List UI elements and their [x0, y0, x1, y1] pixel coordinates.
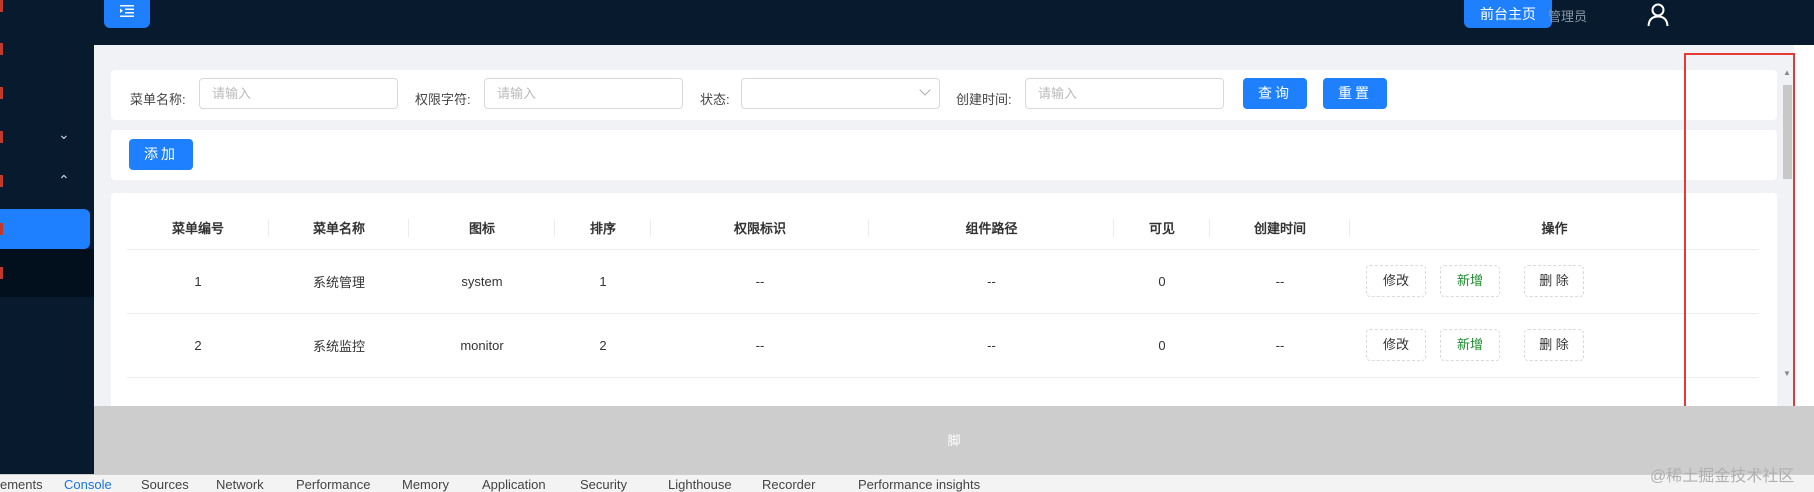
- cell-perm: --: [651, 313, 869, 378]
- cell-path: --: [869, 249, 1114, 314]
- main-content: 菜单名称: 权限字符: 状态: 创建时间: 查询 重置 添加 菜单编号 菜单名称…: [94, 45, 1794, 426]
- cell-name: 系统管理: [269, 249, 409, 314]
- sidebar-item-marker: [0, 267, 3, 279]
- table-row: 2 系统监控 monitor 2 -- -- 0 -- 修改 新增删 除: [127, 313, 1759, 378]
- column-header: 图标: [409, 207, 555, 250]
- user-name: 管理员: [1548, 9, 1588, 24]
- delete-button[interactable]: 删 除: [1524, 329, 1584, 361]
- cell-visible: 0: [1114, 249, 1210, 314]
- edit-button[interactable]: 修改: [1366, 265, 1426, 297]
- reset-button[interactable]: 重置: [1323, 78, 1387, 109]
- cell-name: 系统监控: [269, 313, 409, 378]
- column-header: 排序: [555, 207, 651, 250]
- devtools-tab[interactable]: Performance: [296, 477, 370, 492]
- sidebar-item-marker: [0, 87, 3, 99]
- status-select[interactable]: [741, 78, 940, 109]
- table-header-row: 菜单编号 菜单名称 图标 排序 权限标识 组件路径 可见 创建时间 操作: [127, 207, 1759, 250]
- devtools-tab[interactable]: Sources: [141, 477, 189, 492]
- chevron-down-icon: ⌄: [58, 127, 70, 143]
- sidebar-item-marker: [0, 0, 3, 12]
- column-header: 组件路径: [869, 207, 1114, 250]
- indent-icon: [120, 5, 134, 17]
- watermark: @稀土掘金技术社区: [1650, 468, 1795, 485]
- top-header: 前台主页 管理员: [94, 0, 1814, 45]
- devtools-tab[interactable]: Recorder: [762, 477, 815, 492]
- devtools-tab[interactable]: Network: [216, 477, 264, 492]
- user-icon: [1647, 3, 1669, 27]
- menu-table: 菜单编号 菜单名称 图标 排序 权限标识 组件路径 可见 创建时间 操作 1 系…: [127, 207, 1759, 378]
- sidebar-item[interactable]: [0, 249, 94, 297]
- front-page-button[interactable]: 前台主页: [1464, 0, 1552, 28]
- devtools-tab[interactable]: Security: [580, 477, 627, 492]
- highlight-box: [1684, 53, 1795, 409]
- sidebar: ⌄ ⌃: [0, 0, 94, 476]
- devtools-tab[interactable]: ements: [0, 477, 43, 492]
- chevron-up-icon: ⌃: [58, 173, 70, 189]
- search-form: 菜单名称: 权限字符: 状态: 创建时间: 查询 重置: [111, 70, 1777, 120]
- delete-button[interactable]: 删 除: [1524, 265, 1584, 297]
- cell-created: --: [1210, 249, 1350, 314]
- add-child-button[interactable]: 新增: [1440, 265, 1500, 297]
- column-header: 可见: [1114, 207, 1210, 250]
- devtools-tab[interactable]: Console: [64, 477, 112, 492]
- cell-order: 1: [555, 249, 651, 314]
- menu-table-card: 菜单编号 菜单名称 图标 排序 权限标识 组件路径 可见 创建时间 操作 1 系…: [111, 193, 1777, 426]
- page-footer: 脚: [94, 406, 1814, 476]
- table-row: 1 系统管理 system 1 -- -- 0 -- 修改 新增删 除: [127, 249, 1759, 314]
- cell-order: 2: [555, 313, 651, 378]
- menu-name-input[interactable]: [199, 78, 398, 109]
- devtools-tab[interactable]: Application: [482, 477, 546, 492]
- menu-name-label: 菜单名称:: [130, 92, 186, 107]
- column-header: 创建时间: [1210, 207, 1350, 250]
- sidebar-item-marker: [0, 175, 3, 187]
- avatar[interactable]: [1640, 0, 1676, 30]
- sidebar-item[interactable]: ⌄: [0, 115, 94, 159]
- add-child-button[interactable]: 新增: [1440, 329, 1500, 361]
- sidebar-item-active[interactable]: [0, 209, 90, 249]
- perm-label: 权限字符:: [415, 92, 471, 107]
- toolbar: 添加: [111, 130, 1777, 180]
- cell-icon: monitor: [409, 313, 555, 378]
- create-time-label: 创建时间:: [956, 92, 1012, 107]
- status-label: 状态:: [700, 92, 730, 107]
- sidebar-item-marker: [0, 43, 3, 55]
- sidebar-item-marker: [0, 131, 3, 143]
- sidebar-item[interactable]: [0, 71, 94, 115]
- devtools-tab-bar: ements Console Sources Network Performan…: [0, 474, 1814, 492]
- cell-created: --: [1210, 313, 1350, 378]
- chevron-down-icon: [919, 84, 931, 96]
- cell-perm: --: [651, 249, 869, 314]
- query-button[interactable]: 查询: [1243, 78, 1307, 109]
- cell-icon: system: [409, 249, 555, 314]
- create-time-input[interactable]: [1025, 78, 1224, 109]
- cell-id: 1: [127, 249, 269, 314]
- sidebar-item-marker: [0, 223, 3, 235]
- menu-toggle-button[interactable]: [104, 0, 150, 28]
- sidebar-item[interactable]: ⌃: [0, 159, 94, 203]
- cell-path: --: [869, 313, 1114, 378]
- add-button[interactable]: 添加: [129, 139, 193, 170]
- sidebar-item[interactable]: [0, 27, 94, 71]
- cell-visible: 0: [1114, 313, 1210, 378]
- devtools-tab[interactable]: Performance insights: [858, 477, 980, 492]
- edit-button[interactable]: 修改: [1366, 329, 1426, 361]
- column-header: 菜单名称: [269, 207, 409, 250]
- devtools-tab[interactable]: Memory: [402, 477, 449, 492]
- column-header: 权限标识: [651, 207, 869, 250]
- perm-input[interactable]: [484, 78, 683, 109]
- devtools-tab[interactable]: Lighthouse: [668, 477, 732, 492]
- column-header: 菜单编号: [127, 207, 269, 250]
- cell-id: 2: [127, 313, 269, 378]
